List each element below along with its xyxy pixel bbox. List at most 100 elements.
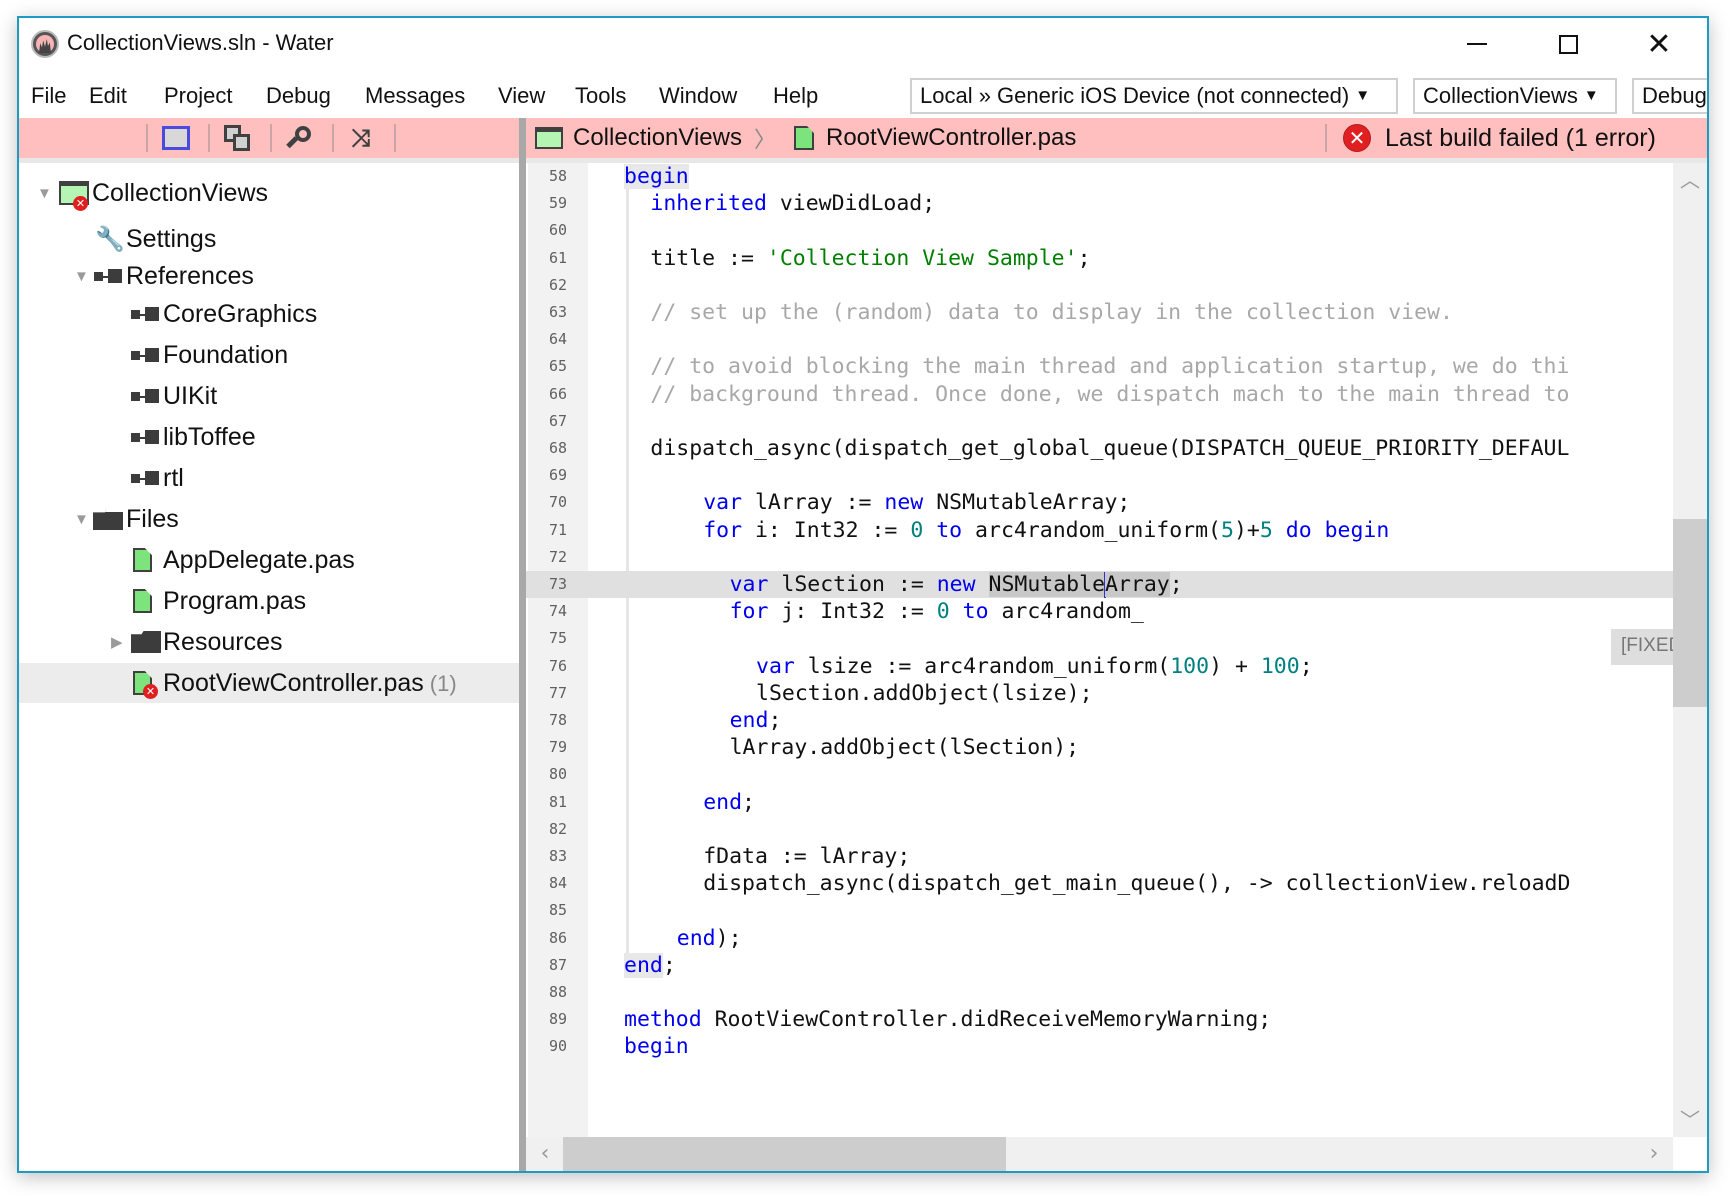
menu-file[interactable]: File — [31, 83, 66, 109]
configuration-selector[interactable]: Debug — [1632, 78, 1707, 114]
line-number: 63 — [548, 303, 568, 321]
tree-item-uikit[interactable]: UIKit — [19, 376, 519, 416]
line-number: 78 — [548, 711, 568, 729]
horizontal-scroll-thumb[interactable] — [563, 1137, 1006, 1171]
code-line[interactable]: 81 end; — [526, 789, 1673, 816]
code-line[interactable]: 74 for j: Int32 := 0 to arc4random_ — [526, 598, 1673, 625]
copy-windows-button[interactable] — [220, 122, 254, 154]
solution-view-button[interactable] — [159, 122, 193, 154]
code-editor[interactable]: 58 begin 59 inherited viewDidLoad; 60 61 title… — [526, 163, 1707, 1171]
expanded-arrow-icon[interactable]: ▼ — [37, 185, 53, 202]
code-line[interactable]: 75 — [526, 625, 1673, 652]
code-line[interactable]: 70 var lArray := new NSMutableArray; — [526, 489, 1673, 516]
line-number: 84 — [548, 874, 568, 893]
chevron-down-icon: ▼ — [1583, 87, 1599, 104]
menu-view[interactable]: View — [498, 83, 545, 109]
tree-item-label: References — [126, 261, 254, 290]
scroll-up-icon[interactable]: ︿ — [1673, 165, 1707, 195]
horizontal-scrollbar[interactable]: ‹ › — [526, 1137, 1673, 1171]
code-line[interactable]: 80 — [526, 761, 1673, 788]
code-line[interactable]: 88 — [526, 979, 1673, 1006]
tree-item-libtoffee[interactable]: libToffee — [19, 417, 519, 457]
menu-project[interactable]: Project — [164, 83, 232, 109]
scroll-left-icon[interactable]: ‹ — [530, 1137, 560, 1171]
minimize-button[interactable] — [1454, 26, 1500, 62]
code-line[interactable]: 68 dispatch_async(dispatch_get_global_que… — [526, 435, 1673, 462]
code-text: fData := lArray; — [703, 844, 911, 869]
code-line[interactable]: 86 end); — [526, 925, 1673, 952]
project-selector[interactable]: CollectionViews ▼ — [1413, 78, 1617, 114]
scroll-down-icon[interactable]: ﹀ — [1673, 1105, 1707, 1135]
code-line[interactable]: 64 — [526, 326, 1673, 353]
code-line[interactable]: 79 lArray.addObject(lSection); — [526, 734, 1673, 761]
solution-tree: ▼ ✕ CollectionViews 🔧 Settings ▼ Referen… — [19, 163, 519, 1171]
sync-button[interactable]: ⤨ — [344, 122, 378, 154]
tree-item-settings[interactable]: 🔧 Settings — [19, 219, 519, 259]
close-button[interactable]: ✕ — [1636, 26, 1682, 62]
code-line[interactable]: 83 fData := lArray; — [526, 843, 1673, 870]
tree-item-references[interactable]: ▼ References — [19, 256, 519, 296]
reference-icon — [131, 389, 161, 403]
code-line[interactable]: 61 title := 'Collection View Sample'; — [526, 245, 1673, 272]
splitter[interactable] — [519, 118, 526, 1171]
code-line[interactable]: 66 // background thread. Once done, we di… — [526, 381, 1673, 408]
breadcrumb-file[interactable]: RootViewController.pas — [826, 124, 1076, 152]
code-text: lSection.addObject(lsize); — [756, 680, 1093, 706]
code-text: for j: Int32 := 0 to arc4random_ — [729, 599, 1144, 625]
menu-tools[interactable]: Tools — [575, 83, 626, 109]
code-line[interactable]: 63 // set up the (random) data to display… — [526, 299, 1673, 326]
code-line[interactable]: 84 dispatch_async(dispatch_get_main_queue… — [526, 870, 1673, 897]
code-line[interactable]: 72 — [526, 544, 1673, 571]
menu-help[interactable]: Help — [773, 83, 818, 109]
line-number: 62 — [548, 275, 568, 294]
code-line[interactable]: 85 — [526, 897, 1673, 924]
code-text: begin — [624, 1034, 689, 1060]
code-line[interactable]: 89 method RootViewController.didReceiveMe… — [526, 1006, 1673, 1033]
code-line[interactable]: 69 — [526, 462, 1673, 489]
collapsed-arrow-icon[interactable]: ▶ — [111, 633, 127, 651]
tree-item-collectionviews[interactable]: ▼ ✕ CollectionViews — [19, 173, 519, 213]
tree-item-program[interactable]: Program.pas — [19, 581, 519, 621]
scroll-right-icon[interactable]: › — [1639, 1137, 1669, 1171]
tree-item-resources[interactable]: ▶ Resources — [19, 622, 519, 662]
menu-debug[interactable]: Debug — [266, 83, 331, 109]
expanded-arrow-icon[interactable]: ▼ — [74, 268, 90, 285]
tree-item-appdelegate[interactable]: AppDelegate.pas — [19, 540, 519, 580]
expanded-arrow-icon[interactable]: ▼ — [74, 511, 90, 528]
menu-messages[interactable]: Messages — [365, 83, 465, 109]
code-line[interactable]: 65 // to avoid blocking the main thread a… — [526, 353, 1673, 380]
tree-item-rtl[interactable]: rtl — [19, 458, 519, 498]
device-selector[interactable]: Local » Generic iOS Device (not connecte… — [910, 78, 1398, 114]
line-number: 88 — [548, 983, 568, 1001]
tree-item-rootviewcontroller[interactable]: ✕ RootViewController.pas (1) — [19, 663, 519, 703]
code-line[interactable]: 58 begin — [526, 163, 1673, 190]
code-line[interactable]: 82 — [526, 816, 1673, 843]
code-line[interactable]: 87 end; — [526, 952, 1673, 979]
code-line[interactable]: 77 lSection.addObject(lsize); — [526, 680, 1673, 707]
code-line[interactable]: 67 — [526, 408, 1673, 435]
menu-window[interactable]: Window — [659, 83, 737, 109]
tree-item-foundation[interactable]: Foundation — [19, 335, 519, 375]
search-button[interactable] — [282, 122, 316, 154]
maximize-button[interactable] — [1545, 26, 1591, 62]
code-line[interactable]: 78 end; — [526, 707, 1673, 734]
code-line[interactable]: 62 — [526, 272, 1673, 299]
build-status[interactable]: ✕ Last build failed (1 error) — [1343, 118, 1656, 158]
tree-item-files[interactable]: ▼ Files — [19, 499, 519, 539]
copy-windows-icon — [222, 123, 252, 153]
code-line[interactable]: 59 inherited viewDidLoad; — [526, 190, 1673, 217]
code-line[interactable]: 76 var lsize := arc4random_uniform(100) +… — [526, 653, 1673, 680]
code-area[interactable]: 58 begin 59 inherited viewDidLoad; 60 61 title… — [526, 163, 1673, 1137]
folder-icon — [131, 631, 161, 653]
tree-item-label: Foundation — [163, 340, 289, 369]
code-line[interactable]: 90 begin — [526, 1033, 1673, 1060]
breadcrumb-project[interactable]: CollectionViews — [573, 124, 742, 152]
tree-item-coregraphics[interactable]: CoreGraphics — [19, 294, 519, 334]
code-line[interactable]: 73 var lSection := new NSMutableArray; — [526, 571, 1673, 599]
code-line[interactable]: 60 — [526, 217, 1673, 244]
toolbar-separator — [394, 124, 396, 152]
code-line[interactable]: 71 for i: Int32 := 0 to arc4random_unifor… — [526, 517, 1673, 544]
menu-edit[interactable]: Edit — [89, 83, 127, 109]
vertical-scroll-thumb[interactable] — [1673, 519, 1707, 707]
vertical-scrollbar[interactable]: ︿ ﹀ — [1673, 163, 1707, 1137]
